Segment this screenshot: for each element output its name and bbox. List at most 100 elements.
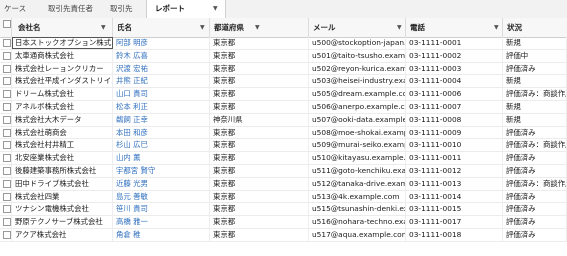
- sort-down-icon[interactable]: ▼: [101, 18, 106, 37]
- cell-phone[interactable]: 03-1111-0015: [406, 203, 503, 216]
- row-checkbox[interactable]: [3, 192, 11, 201]
- cell-company[interactable]: 株式会社萌商会: [12, 126, 113, 139]
- cell-status[interactable]: 評価済み: [503, 152, 567, 165]
- tab-contacts[interactable]: 取引先責任者: [48, 0, 93, 18]
- row-checkbox[interactable]: [3, 141, 11, 150]
- row-checkbox[interactable]: [3, 231, 11, 239]
- row-checkbox[interactable]: [3, 115, 11, 124]
- row-checkbox[interactable]: [3, 205, 11, 214]
- table-row[interactable]: アネルボ株式会社 松本 利正 東京都 u506@anerpo.example.com 0…: [0, 101, 567, 114]
- cell-phone[interactable]: 03-1111-0004: [406, 75, 503, 88]
- cell-name[interactable]: 宇都宮 賢守: [113, 165, 210, 177]
- cell-name[interactable]: 近藤 光男: [113, 177, 210, 190]
- sort-icon[interactable]: ▼: [494, 18, 499, 37]
- row-select-cell[interactable]: [0, 139, 12, 152]
- cell-status[interactable]: 評価済み: [503, 190, 567, 203]
- tab-reports[interactable]: レポート ▼: [146, 0, 226, 19]
- cell-prefecture[interactable]: 東京都: [210, 203, 309, 216]
- cell-prefecture[interactable]: 東京都: [210, 88, 309, 101]
- cell-email[interactable]: u503@heisei-industry.exampl...: [309, 75, 406, 88]
- row-select-cell[interactable]: [0, 75, 12, 88]
- cell-prefecture[interactable]: 東京都: [210, 101, 309, 113]
- table-row[interactable]: ツナシン電機株式会社 笹川 貴司 東京都 u515@tsunashin-denki.e…: [0, 203, 567, 217]
- cell-status[interactable]: 評価済み：商談作成: [503, 177, 567, 190]
- cell-company[interactable]: 田中ドライブ株式会社: [12, 177, 113, 190]
- tab-cases[interactable]: ケース: [4, 0, 26, 18]
- row-checkbox[interactable]: [3, 128, 11, 137]
- cell-name[interactable]: 杉山 広巳: [113, 139, 210, 152]
- row-checkbox[interactable]: [3, 51, 11, 60]
- row-checkbox[interactable]: [3, 154, 11, 163]
- cell-email[interactable]: u516@nohara-techno.exampl...: [309, 216, 406, 229]
- cell-status[interactable]: 新規: [503, 101, 567, 113]
- cell-company[interactable]: 日本ストックオプション株式...: [12, 37, 113, 49]
- cell-email[interactable]: u509@murai-seiko.example.c...: [309, 139, 406, 152]
- table-row[interactable]: 太車通商株式会社鈴木 広喜東京都u501@taito-tsusho.exampl…: [0, 49, 567, 63]
- sort-icon[interactable]: ▼: [397, 18, 402, 37]
- row-checkbox[interactable]: [3, 90, 11, 99]
- header-prefecture[interactable]: 都道府県 ▼: [210, 18, 309, 37]
- cell-email[interactable]: u501@taito-tsusho.example.com: [309, 49, 406, 62]
- cell-phone[interactable]: 03-1111-0008: [406, 113, 503, 126]
- row-select-cell[interactable]: [0, 37, 12, 49]
- table-row[interactable]: 株式会社村井精工杉山 広巳東京都u509@murai-seiko.example…: [0, 139, 567, 153]
- table-row[interactable]: 田中ドライブ株式会社近藤 光男東京都u512@tanaka-drive.exam…: [0, 177, 567, 191]
- cell-phone[interactable]: 03-1111-0002: [406, 49, 503, 62]
- cell-name[interactable]: 本田 和彦: [113, 126, 210, 139]
- cell-email[interactable]: u505@dream.example.com: [309, 88, 406, 101]
- cell-phone[interactable]: 03-1111-0001: [406, 37, 503, 49]
- cell-phone[interactable]: 03-1111-0007: [406, 101, 503, 113]
- table-row[interactable]: ドリーム株式会社 山口 貴司 東京都 u505@dream.example.com 03…: [0, 88, 567, 101]
- filter-icon[interactable]: ▼: [255, 18, 260, 37]
- header-select-all[interactable]: [0, 18, 12, 37]
- row-select-cell[interactable]: [0, 113, 12, 126]
- tab-menu-caret-icon[interactable]: ▼: [213, 0, 218, 18]
- cell-company[interactable]: ツナシン電機株式会社: [12, 203, 113, 216]
- cell-status[interactable]: 新規: [503, 37, 567, 49]
- cell-company[interactable]: アクア株式会社: [12, 229, 113, 241]
- cell-prefecture[interactable]: 東京都: [210, 165, 309, 177]
- table-row[interactable]: 株式会社平成インダストリイ... 井熊 正紀 東京都 u503@heisei-indu…: [0, 75, 567, 89]
- cell-company[interactable]: 株式会社村井精工: [12, 139, 113, 152]
- cell-prefecture[interactable]: 東京都: [210, 152, 309, 165]
- cell-email[interactable]: u500@stockoption-japan.exa...: [309, 37, 406, 49]
- tab-accounts[interactable]: 取引先: [110, 0, 133, 18]
- cell-phone[interactable]: 03-1111-0014: [406, 190, 503, 203]
- cell-phone[interactable]: 03-1111-0003: [406, 62, 503, 75]
- cell-name[interactable]: 井熊 正紀: [113, 75, 210, 88]
- cell-prefecture[interactable]: 東京都: [210, 229, 309, 241]
- cell-email[interactable]: u511@goto-kenchiku.example...: [309, 165, 406, 177]
- row-select-cell[interactable]: [0, 177, 12, 190]
- row-checkbox[interactable]: [3, 103, 11, 111]
- cell-email[interactable]: u510@kitayasu.example.com: [309, 152, 406, 165]
- cell-company[interactable]: 北安座業株式会社: [12, 152, 113, 165]
- cell-prefecture[interactable]: 東京都: [210, 216, 309, 229]
- cell-status[interactable]: 新規: [503, 75, 567, 88]
- table-row[interactable]: 株式会社レーョンクリカー 沢渡 宏祐 東京都 u502@reyon-kurica.ex…: [0, 62, 567, 76]
- table-row[interactable]: 株式会社四業 島元 善敏 東京都 u513@4k.example.com 03-1111…: [0, 190, 567, 204]
- cell-name[interactable]: 島元 善敏: [113, 190, 210, 203]
- cell-phone[interactable]: 03-1111-0012: [406, 165, 503, 177]
- cell-prefecture[interactable]: 東京都: [210, 177, 309, 190]
- table-row[interactable]: 株式会社大木データ 鵜飼 正幸 神奈川県 u507@ooki-data.example…: [0, 113, 567, 127]
- row-select-cell[interactable]: [0, 152, 12, 165]
- cell-prefecture[interactable]: 東京都: [210, 37, 309, 49]
- table-row[interactable]: アクア株式会社 角倉 稚東京都 u517@aqua.example.com 03-11…: [0, 229, 567, 242]
- row-checkbox[interactable]: [3, 39, 11, 47]
- cell-phone[interactable]: 03-1111-0010: [406, 139, 503, 152]
- cell-company[interactable]: 株式会社四業: [12, 190, 113, 203]
- cell-name[interactable]: 高橋 雅一: [113, 216, 210, 229]
- cell-status[interactable]: 評価済み: [503, 216, 567, 229]
- cell-email[interactable]: u515@tsunashin-denki.exam...: [309, 203, 406, 216]
- cell-name[interactable]: 鈴木 広喜: [113, 49, 210, 62]
- header-company[interactable]: 会社名 ▼: [12, 18, 113, 37]
- cell-prefecture[interactable]: 東京都: [210, 126, 309, 139]
- row-select-cell[interactable]: [0, 165, 12, 177]
- cell-prefecture[interactable]: 東京都: [210, 190, 309, 203]
- cell-phone[interactable]: 03-1111-0017: [406, 216, 503, 229]
- cell-status[interactable]: 評価済み：商談作成: [503, 139, 567, 152]
- cell-phone[interactable]: 03-1111-0011: [406, 152, 503, 165]
- row-checkbox[interactable]: [3, 167, 11, 175]
- cell-email[interactable]: u512@tanaka-drive.example...: [309, 177, 406, 190]
- cell-status[interactable]: 評価済み: [503, 126, 567, 139]
